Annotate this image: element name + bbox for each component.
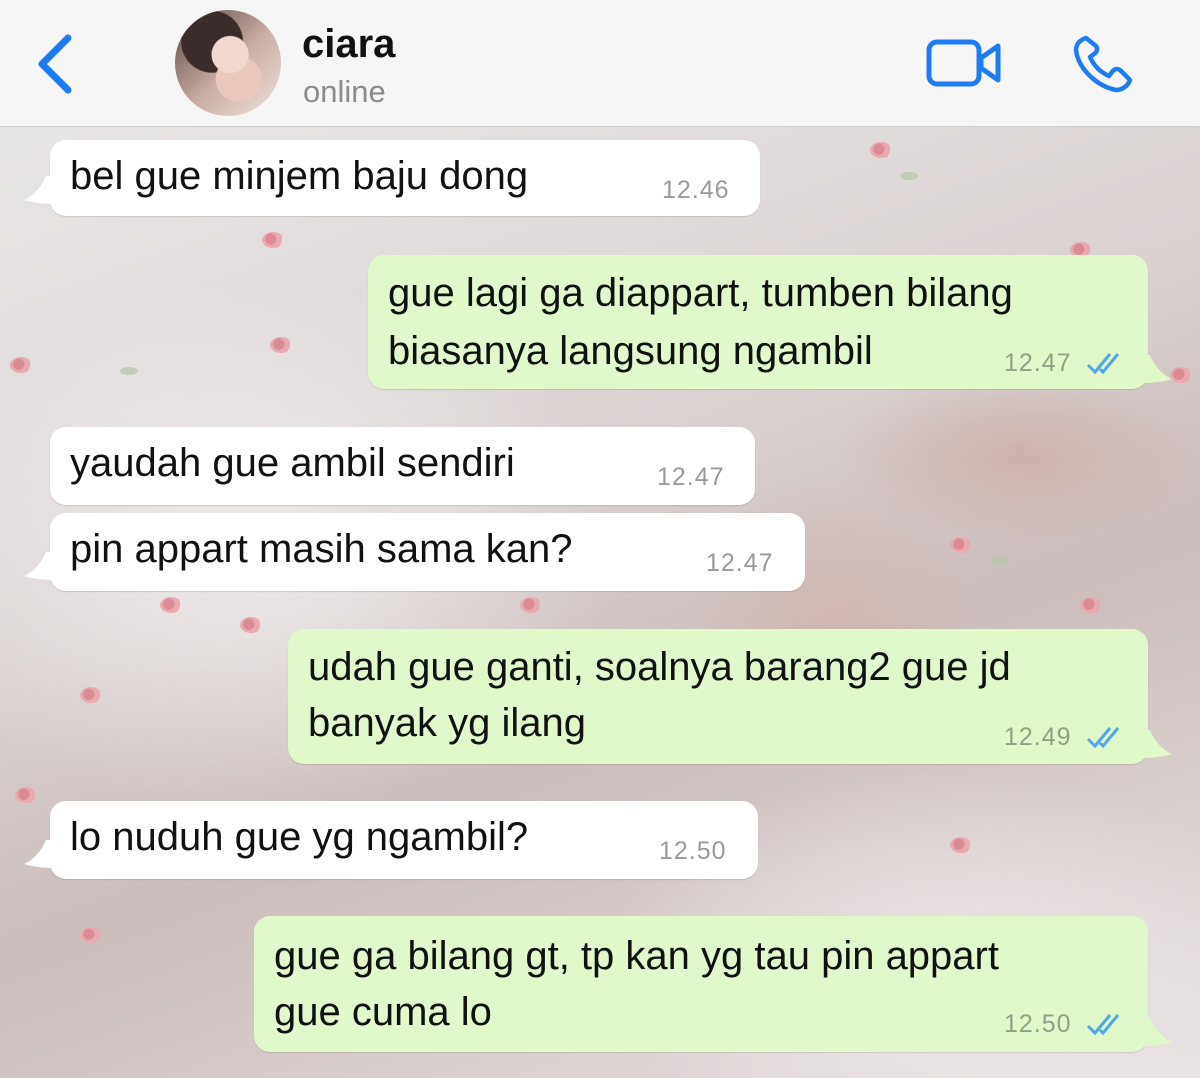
bubble-tail xyxy=(24,176,54,204)
message-text: biasanya langsung ngambil xyxy=(388,329,873,373)
contact-avatar[interactable] xyxy=(175,10,281,116)
outgoing-message[interactable]: udah gue ganti, soalnya barang2 gue jd b… xyxy=(288,629,1148,764)
bubble-tail xyxy=(1142,730,1172,758)
outgoing-message[interactable]: gue lagi ga diappart, tumben bilang bias… xyxy=(368,255,1148,389)
message-text: udah gue ganti, soalnya barang2 gue jd xyxy=(308,645,1011,689)
message-time: 12.47 xyxy=(657,463,725,491)
voice-call-button[interactable] xyxy=(1072,34,1134,94)
message-time: 12.46 xyxy=(662,176,730,204)
bubble-tail xyxy=(24,552,54,580)
message-text: gue lagi ga diappart, tumben bilang xyxy=(388,271,1013,315)
back-button[interactable] xyxy=(30,30,80,98)
message-time: 12.50 xyxy=(1004,1010,1072,1038)
bubble-tail xyxy=(1142,355,1172,383)
incoming-message[interactable]: pin appart masih sama kan? 12.47 xyxy=(50,513,805,591)
chat-header: ciara online xyxy=(0,0,1200,127)
double-check-icon xyxy=(1086,727,1120,749)
incoming-message[interactable]: bel gue minjem baju dong 12.46 xyxy=(50,140,760,216)
outgoing-message[interactable]: gue ga bilang gt, tp kan yg tau pin appa… xyxy=(254,916,1148,1052)
double-check-icon xyxy=(1086,353,1120,375)
message-text: yaudah gue ambil sendiri xyxy=(70,441,515,485)
video-camera-icon xyxy=(926,39,1001,87)
message-text: gue cuma lo xyxy=(274,990,492,1034)
message-time: 12.49 xyxy=(1004,723,1072,751)
message-time: 12.50 xyxy=(659,837,727,865)
chevron-left-icon xyxy=(38,34,72,94)
message-text: gue ga bilang gt, tp kan yg tau pin appa… xyxy=(274,934,999,978)
incoming-message[interactable]: lo nuduh gue yg ngambil? 12.50 xyxy=(50,801,758,879)
message-text: pin appart masih sama kan? xyxy=(70,527,573,571)
message-time: 12.47 xyxy=(706,549,774,577)
double-check-icon xyxy=(1086,1014,1120,1036)
message-text: bel gue minjem baju dong xyxy=(70,154,529,198)
contact-status: online xyxy=(303,74,386,109)
phone-icon xyxy=(1073,35,1133,93)
incoming-message[interactable]: yaudah gue ambil sendiri 12.47 xyxy=(50,427,755,505)
message-text: lo nuduh gue yg ngambil? xyxy=(70,815,529,859)
video-call-button[interactable] xyxy=(926,38,1002,88)
bubble-tail xyxy=(1142,1018,1172,1046)
message-time: 12.47 xyxy=(1004,349,1072,377)
message-text: banyak yg ilang xyxy=(308,701,586,745)
contact-name[interactable]: ciara xyxy=(302,22,395,67)
bubble-tail xyxy=(24,840,54,868)
